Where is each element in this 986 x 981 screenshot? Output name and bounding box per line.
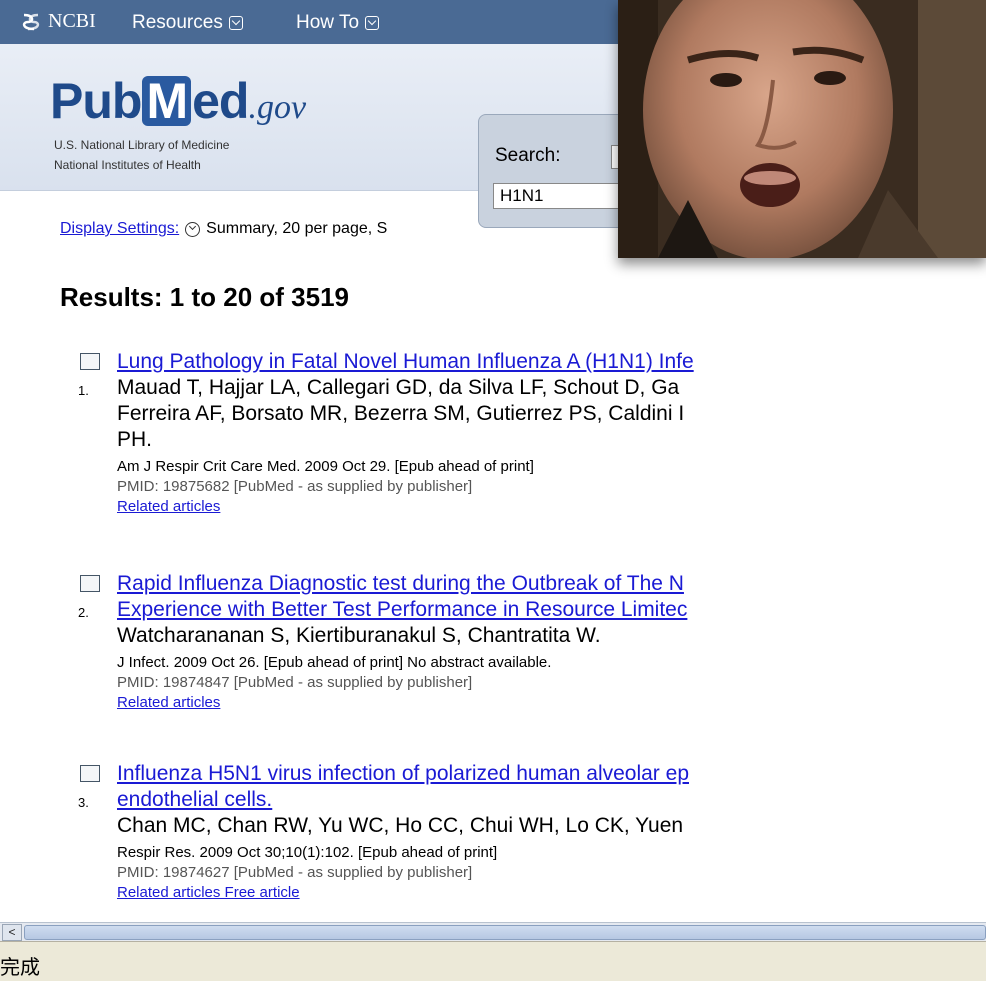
tagline-line-1: U.S. National Library of Medicine [54, 138, 230, 152]
logo-m: M [142, 76, 192, 126]
result-checkbox[interactable] [80, 575, 100, 592]
result-authors: Mauad T, Hajjar LA, Callegari GD, da Sil… [117, 376, 680, 399]
display-settings-link[interactable]: Display Settings: [60, 220, 179, 238]
result-pmid: PMID: 19875682 [PubMed - as supplied by … [117, 478, 473, 495]
result-authors: PH. [117, 428, 153, 451]
result-number: 3. [78, 795, 89, 810]
tagline-line-2: National Institutes of Health [54, 158, 201, 172]
logo-pub: Pub [50, 73, 142, 129]
result-checkbox[interactable] [80, 765, 100, 782]
menu-how-to-label: How To [296, 12, 360, 33]
ncbi-logo[interactable]: NCBI [20, 10, 96, 33]
result-item: 3. Influenza H5N1 virus infection of pol… [78, 761, 986, 903]
chevron-down-icon [365, 16, 380, 30]
portrait-image [618, 0, 986, 258]
status-bar: 完成 [0, 941, 986, 981]
pubmed-logo[interactable]: Pub Med.gov [50, 76, 306, 127]
chevron-down-icon [228, 16, 243, 30]
search-label: Search: [495, 145, 561, 166]
display-settings: Display Settings: Summary, 20 per page, … [60, 220, 387, 238]
menu-resources[interactable]: Resources [132, 12, 243, 34]
result-number: 2. [78, 605, 89, 620]
scroll-left-button[interactable]: < [2, 924, 22, 941]
logo-gov: .gov [248, 89, 307, 126]
results-heading: Results: 1 to 20 of 3519 [60, 282, 349, 312]
status-text: 完成 [0, 957, 40, 979]
result-authors: Chan MC, Chan RW, Yu WC, Ho CC, Chui WH,… [117, 814, 684, 837]
related-articles-link[interactable]: Related articles Free article [117, 883, 986, 903]
related-articles-link[interactable]: Related articles [117, 497, 986, 517]
result-item: 1. Lung Pathology in Fatal Novel Human I… [78, 349, 986, 517]
result-pmid: PMID: 19874627 [PubMed - as supplied by … [117, 864, 473, 881]
result-pmid: PMID: 19874847 [PubMed - as supplied by … [117, 674, 473, 691]
result-item: 2. Rapid Influenza Diagnostic test durin… [78, 571, 986, 713]
result-authors: Ferreira AF, Borsato MR, Bezerra SM, Gut… [117, 402, 685, 425]
display-settings-value: Summary, 20 per page, S [206, 220, 388, 237]
menu-resources-label: Resources [132, 12, 223, 33]
ncbi-logo-text: NCBI [48, 10, 96, 32]
scrollbar-thumb[interactable] [24, 925, 986, 940]
result-number: 1. [78, 383, 89, 398]
menu-how-to[interactable]: How To [296, 12, 380, 34]
horizontal-scrollbar[interactable]: < [0, 922, 986, 941]
result-title[interactable]: Rapid Influenza Diagnostic test during t… [117, 571, 986, 597]
ncbi-helix-icon [22, 13, 40, 30]
result-title[interactable]: Influenza H5N1 virus infection of polari… [117, 761, 986, 787]
overlay-photo [618, 0, 986, 258]
logo-ed: ed [192, 73, 249, 129]
result-journal: J Infect. 2009 Oct 26. [Epub ahead of pr… [117, 654, 552, 671]
chevron-down-icon[interactable] [185, 221, 201, 237]
result-authors: Watcharananan S, Kiertiburanakul S, Chan… [117, 624, 601, 647]
result-checkbox[interactable] [80, 353, 100, 370]
result-title[interactable]: Lung Pathology in Fatal Novel Human Infl… [117, 349, 986, 375]
related-articles-link[interactable]: Related articles [117, 693, 986, 713]
tagline: U.S. National Library of Medicine Nation… [54, 135, 229, 175]
result-title[interactable]: Experience with Better Test Performance … [117, 597, 986, 623]
result-journal: Am J Respir Crit Care Med. 2009 Oct 29. … [117, 458, 534, 475]
result-title[interactable]: endothelial cells. [117, 787, 986, 813]
result-journal: Respir Res. 2009 Oct 30;10(1):102. [Epub… [117, 844, 498, 861]
